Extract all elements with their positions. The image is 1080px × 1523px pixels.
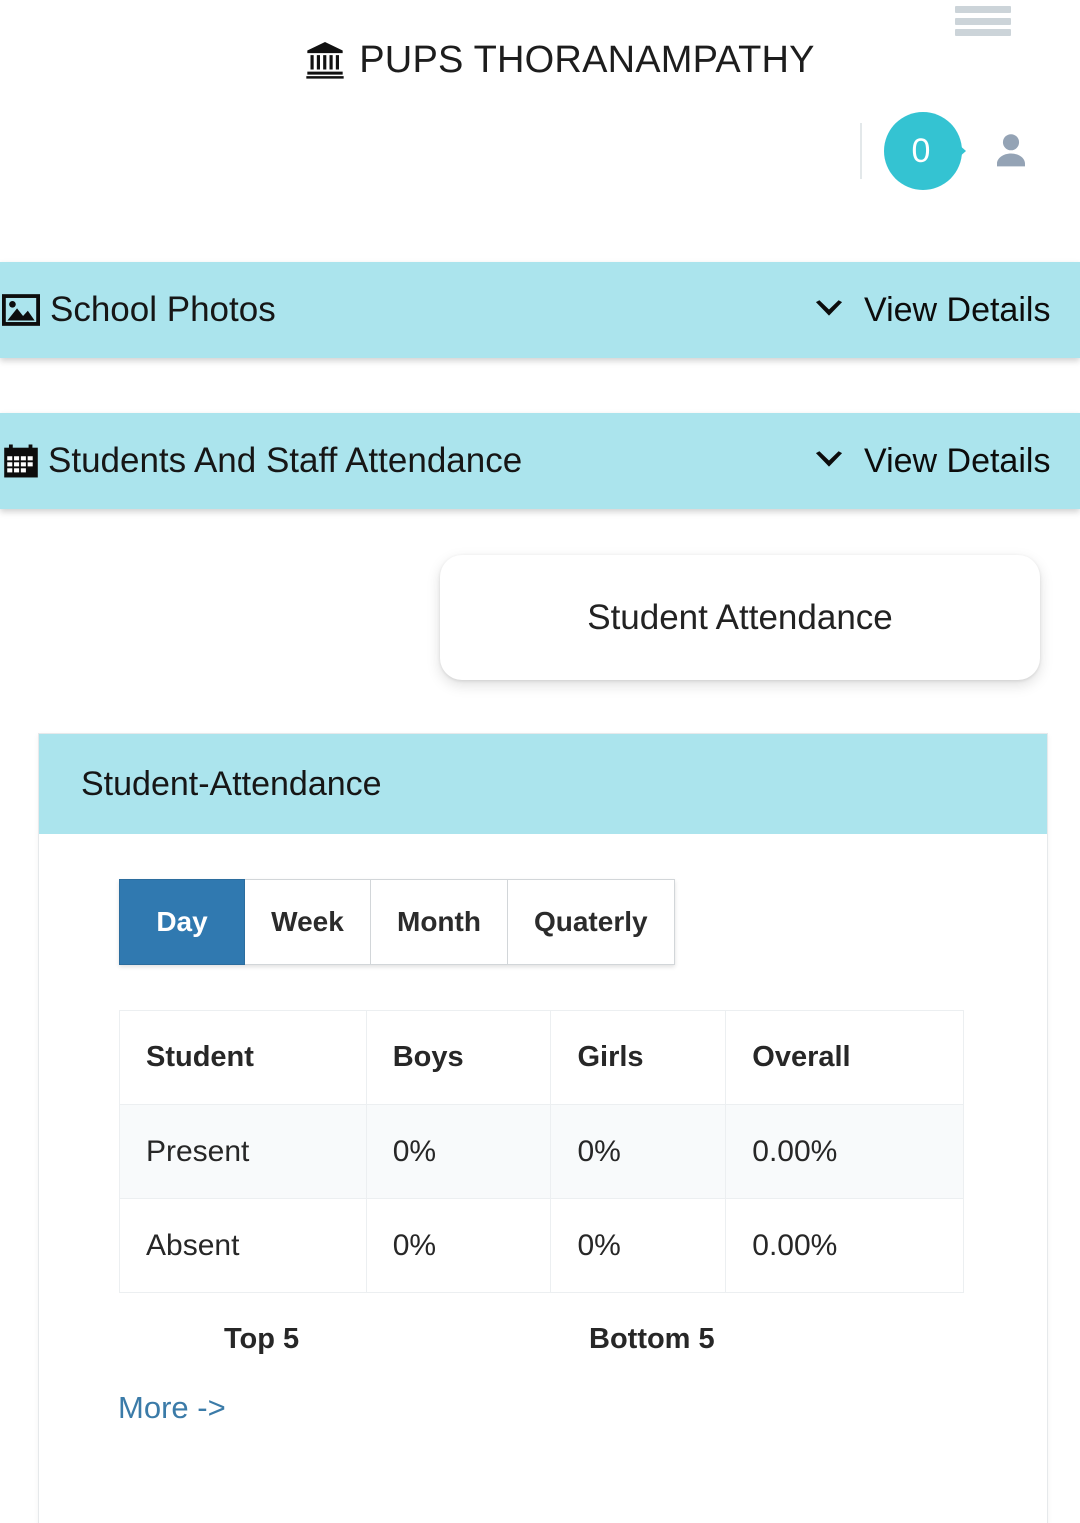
calendar-icon bbox=[4, 444, 38, 478]
hamburger-bar bbox=[955, 6, 1011, 13]
accordion-students-staff-attendance[interactable]: Students And Staff Attendance View Detai… bbox=[0, 413, 1080, 509]
tab-label: Student Attendance bbox=[587, 597, 893, 637]
column-header-overall: Overall bbox=[725, 1010, 964, 1105]
card-header: Student-Attendance bbox=[39, 734, 1047, 834]
tab-student-attendance[interactable]: Student Attendance bbox=[440, 555, 1040, 680]
top-5-heading: Top 5 bbox=[224, 1323, 300, 1355]
chevron-down-icon bbox=[815, 300, 843, 316]
row-label-present: Present bbox=[119, 1104, 367, 1199]
hamburger-bar bbox=[955, 17, 1011, 25]
accordion-action[interactable]: View Details bbox=[812, 291, 1050, 330]
cell-absent-overall: 0.00% bbox=[725, 1198, 964, 1293]
attendance-table: Student Boys Girls Overall Present 0% 0%… bbox=[119, 1010, 964, 1293]
more-link[interactable]: More -> bbox=[118, 1390, 226, 1426]
notification-badge[interactable]: 0 bbox=[884, 112, 966, 190]
accordion-action-label: View Details bbox=[864, 290, 1051, 329]
divider bbox=[860, 123, 862, 179]
table-row: Present 0% 0% 0.00% bbox=[119, 1104, 964, 1199]
accordion-school-photos[interactable]: School Photos View Details bbox=[0, 262, 1080, 358]
table-row: Absent 0% 0% 0.00% bbox=[119, 1198, 964, 1293]
cell-absent-girls: 0% bbox=[550, 1198, 727, 1293]
cell-present-overall: 0.00% bbox=[725, 1104, 964, 1199]
page-root: PUPS THORANAMPATHY 0 School Photos View … bbox=[0, 0, 1080, 1523]
cell-present-girls: 0% bbox=[550, 1104, 727, 1199]
cell-present-boys: 0% bbox=[365, 1104, 552, 1199]
period-button-month[interactable]: Month bbox=[371, 879, 508, 965]
period-button-day[interactable]: Day bbox=[119, 879, 245, 965]
column-header-girls: Girls bbox=[550, 1010, 727, 1105]
page-title: PUPS THORANAMPATHY bbox=[359, 38, 815, 81]
row-label-absent: Absent bbox=[119, 1198, 367, 1293]
column-header-boys: Boys bbox=[365, 1010, 552, 1105]
accordion-title: School Photos bbox=[50, 290, 276, 329]
accordion-action-label: View Details bbox=[864, 441, 1051, 480]
period-button-group: Day Week Month Quaterly bbox=[119, 879, 675, 965]
card-body: Day Week Month Quaterly Student Boys Gir… bbox=[39, 879, 1047, 1371]
accordion-title: Students And Staff Attendance bbox=[48, 441, 523, 480]
period-button-week[interactable]: Week bbox=[245, 879, 371, 965]
accordion-label-group: School Photos bbox=[0, 290, 276, 330]
cell-absent-boys: 0% bbox=[365, 1198, 552, 1293]
table-header-row: Student Boys Girls Overall bbox=[119, 1010, 964, 1105]
period-button-quaterly[interactable]: Quaterly bbox=[507, 879, 675, 965]
user-avatar-icon[interactable] bbox=[990, 130, 1032, 172]
badge-bubble: 0 bbox=[884, 112, 962, 190]
accordion-action[interactable]: View Details bbox=[812, 442, 1050, 481]
accordion-label-group: Students And Staff Attendance bbox=[0, 441, 522, 481]
notification-count: 0 bbox=[911, 132, 931, 170]
rankings-row: Top 5 Bottom 5 bbox=[39, 1323, 1047, 1371]
chevron-down-icon bbox=[815, 451, 843, 467]
card-title: Student-Attendance bbox=[81, 764, 382, 803]
school-header: PUPS THORANAMPATHY bbox=[0, 32, 1080, 88]
image-icon bbox=[2, 294, 40, 326]
header-user-area: 0 bbox=[0, 108, 1080, 194]
bank-icon bbox=[306, 42, 344, 79]
bottom-5-heading: Bottom 5 bbox=[589, 1323, 715, 1355]
column-header-student: Student bbox=[119, 1010, 367, 1105]
